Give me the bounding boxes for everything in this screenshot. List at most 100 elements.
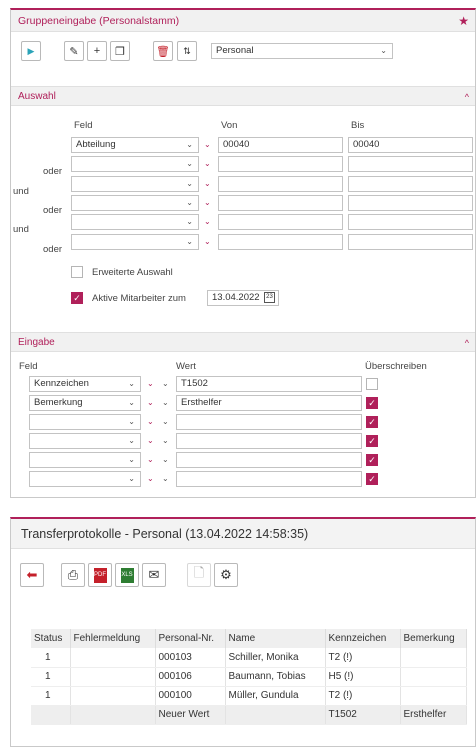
chevron-down-icon[interactable]: ⌄ bbox=[162, 433, 169, 449]
eingabe-field-select[interactable]: ⌄ bbox=[29, 452, 141, 468]
von-input[interactable]: 00040 bbox=[218, 137, 343, 153]
erweiterte-auswahl-label: Erweiterte Auswahl bbox=[92, 267, 173, 278]
auswahl-field-select[interactable]: ⌄ bbox=[71, 214, 199, 231]
auswahl-field-select[interactable]: ⌄ bbox=[71, 175, 199, 192]
operator-dropdown-icon[interactable]: ⌄ bbox=[204, 137, 211, 153]
ueberschreiben-checkbox[interactable]: ✓ bbox=[366, 454, 378, 466]
operator-dropdown-icon[interactable]: ⌄ bbox=[204, 195, 211, 211]
excel-button[interactable]: XLS bbox=[115, 563, 139, 587]
table-row[interactable]: 1 000100 Müller, Gundula T2 (!) bbox=[31, 686, 467, 706]
table-row[interactable]: 1 000106 Baumann, Tobias H5 (!) bbox=[31, 667, 467, 687]
pdf-button[interactable]: PDF bbox=[88, 563, 112, 587]
erweiterte-auswahl-checkbox[interactable] bbox=[71, 266, 83, 278]
aktive-date-input[interactable]: 13.04.2022 23 bbox=[207, 290, 279, 306]
operator-dropdown-icon[interactable]: ⌄ bbox=[204, 214, 211, 230]
settings-button[interactable]: ⚙ bbox=[214, 563, 238, 587]
wert-input[interactable] bbox=[176, 452, 362, 468]
panel-title-bar: Gruppeneingabe (Personalstamm) ★ bbox=[11, 10, 475, 32]
play-button[interactable]: ▶ bbox=[21, 41, 41, 61]
eingabe-field-select[interactable]: ⌄ bbox=[29, 433, 141, 449]
mode-dropdown-icon[interactable]: ⌄ bbox=[147, 395, 154, 411]
bis-input[interactable] bbox=[348, 175, 473, 192]
field-value: Abteilung bbox=[76, 139, 116, 150]
operator-dropdown-icon[interactable]: ⌄ bbox=[204, 176, 211, 192]
add-button[interactable]: + bbox=[87, 41, 107, 61]
chevron-down-icon[interactable]: ⌄ bbox=[162, 376, 169, 392]
von-input[interactable] bbox=[218, 194, 343, 211]
column-header[interactable]: Name bbox=[225, 629, 326, 648]
edit-button[interactable]: ✎ bbox=[64, 41, 84, 61]
mode-dropdown-icon[interactable]: ⌄ bbox=[147, 471, 154, 487]
copy-button[interactable]: ❐ bbox=[110, 41, 130, 61]
table-cell: Müller, Gundula bbox=[225, 686, 326, 706]
column-header[interactable]: Status bbox=[31, 629, 71, 648]
aktive-mitarbeiter-checkbox[interactable]: ✓ bbox=[71, 292, 83, 304]
column-header[interactable]: Bemerkung bbox=[400, 629, 467, 648]
bis-input[interactable] bbox=[348, 214, 473, 231]
sort-button[interactable]: ⇅ bbox=[177, 41, 197, 61]
mail-button[interactable]: ✉ bbox=[142, 563, 166, 587]
mode-dropdown-icon[interactable]: ⌄ bbox=[147, 414, 154, 430]
mode-dropdown-icon[interactable]: ⌄ bbox=[147, 376, 154, 392]
pencil-icon: ✎ bbox=[69, 45, 79, 58]
ueberschreiben-checkbox[interactable]: ✓ bbox=[366, 473, 378, 485]
eingabe-field-select[interactable]: ⌄ bbox=[29, 471, 141, 487]
table-row[interactable]: 1 000103 Schiller, Monika T2 (!) bbox=[31, 648, 467, 668]
table-row[interactable]: Neuer Wert T1502 Ersthelfer bbox=[31, 705, 467, 725]
chevron-down-icon[interactable]: ⌄ bbox=[162, 395, 169, 411]
auswahl-section-header[interactable]: Auswahl ^ bbox=[11, 86, 475, 106]
wert-input[interactable]: T1502 bbox=[176, 376, 362, 392]
wert-input[interactable]: Ersthelfer bbox=[176, 395, 362, 411]
ueberschreiben-checkbox[interactable]: ✓ bbox=[366, 435, 378, 447]
column-header[interactable]: Kennzeichen bbox=[325, 629, 401, 648]
mode-dropdown-icon[interactable]: ⌄ bbox=[147, 452, 154, 468]
von-header: Von bbox=[221, 120, 238, 131]
ueberschreiben-checkbox[interactable]: ✓ bbox=[366, 397, 378, 409]
chevron-down-icon[interactable]: ⌄ bbox=[162, 452, 169, 468]
bis-input[interactable] bbox=[348, 156, 473, 173]
chevron-down-icon: ⌄ bbox=[128, 379, 135, 388]
operator-dropdown-icon[interactable]: ⌄ bbox=[204, 234, 211, 250]
auswahl-field-select[interactable]: Abteilung ⌄ bbox=[71, 137, 199, 153]
eingabe-field-select[interactable]: ⌄ bbox=[29, 414, 141, 430]
bis-input[interactable]: 00040 bbox=[348, 137, 473, 153]
document-button[interactable]: 🗋 bbox=[187, 563, 211, 587]
entity-select[interactable]: Personal ⌄ bbox=[211, 43, 393, 59]
auswahl-field-select[interactable]: ⌄ bbox=[71, 233, 199, 250]
wert-input[interactable] bbox=[176, 414, 362, 430]
bis-input[interactable] bbox=[348, 194, 473, 211]
wert-input[interactable] bbox=[176, 433, 362, 449]
chevron-up-icon: ^ bbox=[464, 92, 469, 102]
wert-input[interactable] bbox=[176, 471, 362, 487]
chevron-down-icon[interactable]: ⌄ bbox=[162, 414, 169, 430]
von-input[interactable] bbox=[218, 156, 343, 173]
ueberschreiben-checkbox[interactable] bbox=[366, 378, 378, 390]
operator-dropdown-icon[interactable]: ⌄ bbox=[204, 156, 211, 172]
chevron-down-icon[interactable]: ⌄ bbox=[162, 471, 169, 487]
eingabe-section-header[interactable]: Eingabe ^ bbox=[11, 332, 475, 352]
delete-button[interactable]: 🗑 bbox=[153, 41, 173, 61]
eingabe-field-select[interactable]: Bemerkung ⌄ bbox=[29, 395, 141, 411]
table-cell bbox=[70, 705, 156, 725]
column-header[interactable]: Personal-Nr. bbox=[155, 629, 226, 648]
back-button[interactable]: ⬅ bbox=[20, 563, 44, 587]
print-button[interactable]: ⎙ bbox=[61, 563, 85, 587]
mode-dropdown-icon[interactable]: ⌄ bbox=[147, 433, 154, 449]
chevron-down-icon: ⌄ bbox=[186, 159, 193, 169]
von-input[interactable] bbox=[218, 175, 343, 192]
bis-input[interactable] bbox=[348, 233, 473, 250]
star-icon[interactable]: ★ bbox=[458, 10, 469, 32]
wert-value: T1502 bbox=[181, 378, 208, 389]
auswahl-field-select[interactable]: ⌄ bbox=[71, 194, 199, 211]
von-input[interactable] bbox=[218, 233, 343, 250]
table-cell: T2 (!) bbox=[325, 686, 401, 706]
auswahl-field-select[interactable]: ⌄ bbox=[71, 156, 199, 173]
chevron-up-icon: ^ bbox=[464, 338, 469, 348]
column-header[interactable]: Fehlermeldung bbox=[70, 629, 156, 648]
chevron-down-icon: ⌄ bbox=[186, 140, 193, 149]
eingabe-field-select[interactable]: Kennzeichen ⌄ bbox=[29, 376, 141, 392]
calendar-icon[interactable]: 23 bbox=[264, 292, 275, 303]
von-input[interactable] bbox=[218, 214, 343, 231]
ueberschreiben-checkbox[interactable]: ✓ bbox=[366, 416, 378, 428]
field-value: Bemerkung bbox=[34, 397, 83, 408]
